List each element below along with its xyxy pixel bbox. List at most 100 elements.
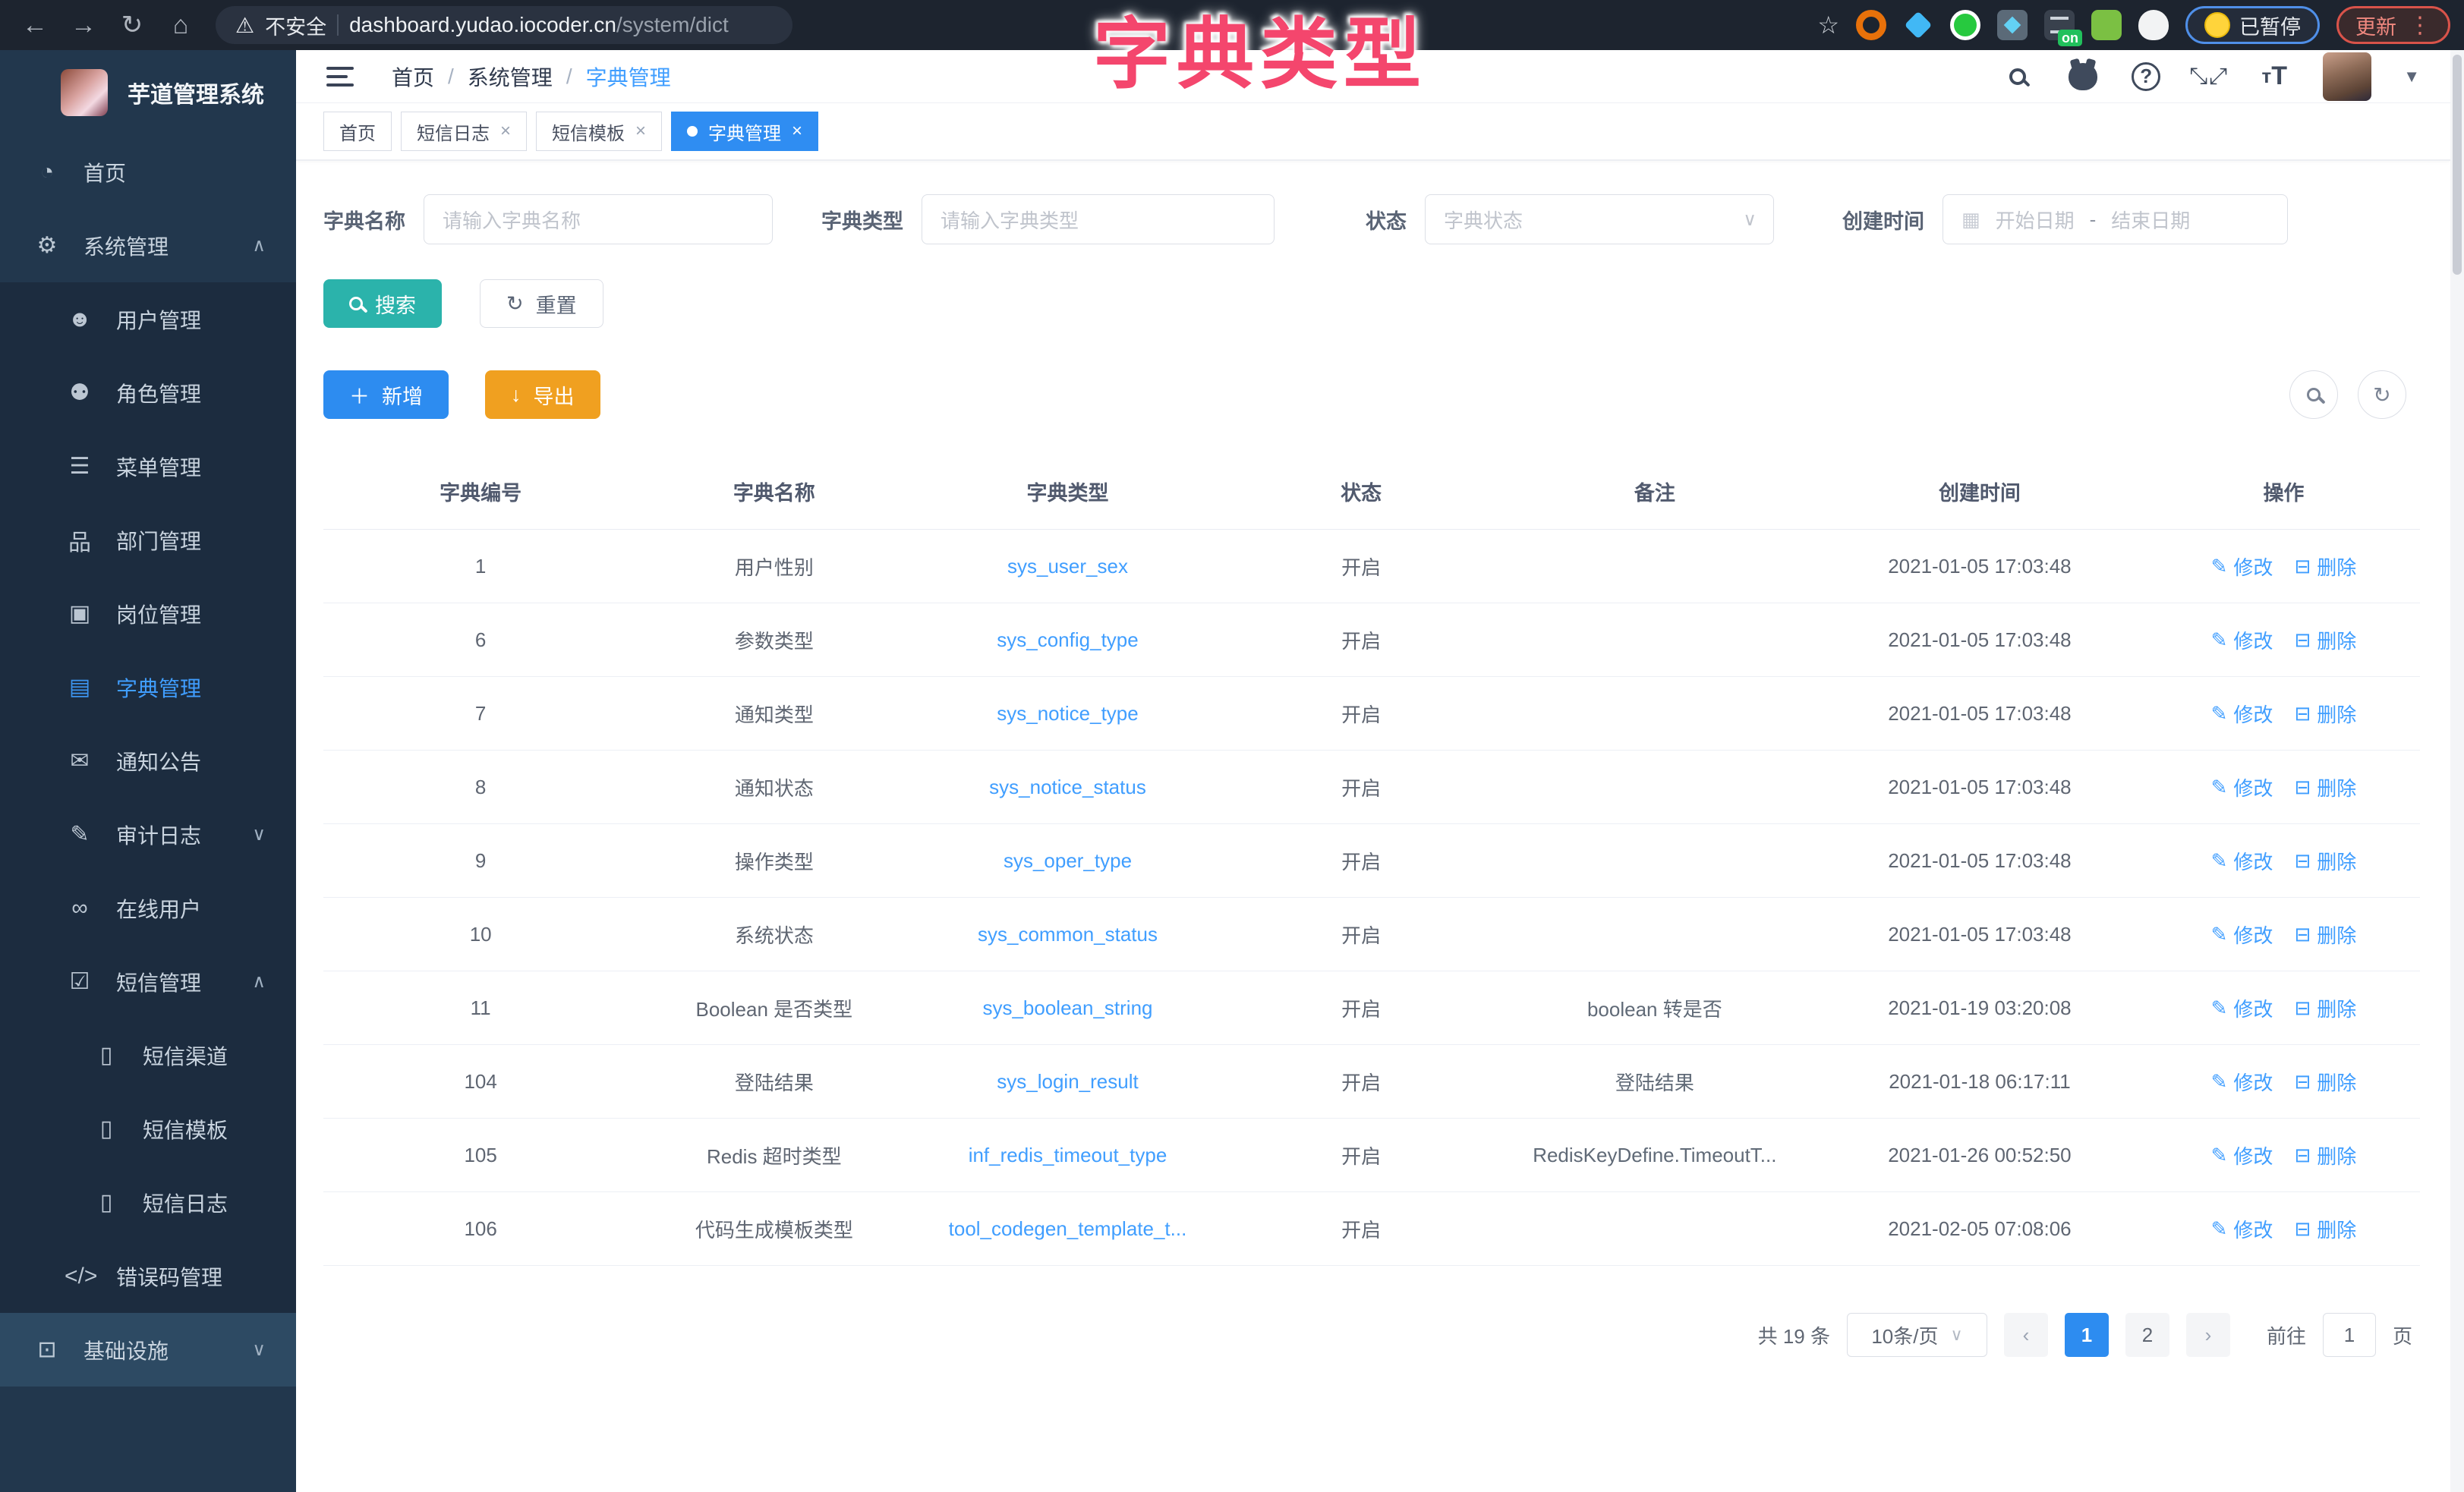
edit-link[interactable]: ✎修改 [2211,1068,2273,1096]
dict-type-link[interactable]: sys_common_status [978,923,1158,946]
chevron-down-icon[interactable]: ▼ [2403,67,2420,87]
forward-button[interactable]: → [62,5,105,45]
date-end-input[interactable]: 结束日期 [2111,206,2190,234]
refresh-table-button[interactable]: ↻ [2358,370,2406,419]
reset-button[interactable]: ↻重置 [480,279,603,328]
extension-orange-ring-icon[interactable] [1856,10,1886,40]
search-button[interactable]: 搜索 [323,279,442,328]
delete-link[interactable]: ⊟删除 [2294,552,2356,581]
help-icon[interactable]: ? [2132,62,2160,91]
user-avatar[interactable] [2323,52,2371,101]
extension-tiles-icon[interactable] [1997,10,2028,40]
page-size-select[interactable]: 10条/页 ∨ [1847,1313,1987,1357]
sidebar-item-菜单管理[interactable]: ☰菜单管理 [0,430,296,503]
extension-green-square-icon[interactable] [2091,10,2122,40]
delete-link[interactable]: ⊟删除 [2294,1068,2356,1096]
delete-link[interactable]: ⊟删除 [2294,626,2356,654]
delete-link[interactable]: ⊟删除 [2294,1141,2356,1169]
delete-link[interactable]: ⊟删除 [2294,921,2356,949]
page-scrollbar[interactable] [2450,50,2464,1492]
sidebar-item-基础设施[interactable]: ⊡基础设施∨ [0,1313,296,1387]
sidebar-item-错误码管理[interactable]: </>错误码管理 [0,1239,296,1313]
reload-button[interactable]: ↻ [111,5,153,45]
breadcrumb-home[interactable]: 首页 [392,61,434,92]
sidebar-item-首页[interactable]: ◔首页 [0,135,296,209]
sidebar-item-短信模板[interactable]: ▯短信模板 [0,1092,296,1166]
dict-type-link[interactable]: sys_notice_status [989,776,1146,798]
delete-link[interactable]: ⊟删除 [2294,700,2356,728]
delete-link[interactable]: ⊟删除 [2294,994,2356,1022]
dict-type-link[interactable]: sys_boolean_string [982,996,1152,1019]
scrollbar-thumb[interactable] [2453,55,2462,275]
collapse-sidebar-button[interactable] [326,67,354,87]
address-bar[interactable]: ⚠ 不安全 dashboard.yudao.iocoder.cn/system/… [216,6,792,44]
edit-link[interactable]: ✎修改 [2211,552,2273,581]
sidebar-item-通知公告[interactable]: ✉通知公告 [0,724,296,798]
edit-link[interactable]: ✎修改 [2211,1215,2273,1243]
tab-短信日志[interactable]: 短信日志× [401,112,527,151]
paused-extension-chip[interactable]: 已暂停 [2185,6,2320,44]
goto-page-input[interactable]: 1 [2323,1313,2376,1357]
next-page-button[interactable]: › [2186,1313,2230,1357]
dict-type-link[interactable]: inf_redis_timeout_type [969,1144,1167,1166]
dict-type-link[interactable]: tool_codegen_template_t... [949,1217,1187,1240]
date-start-input[interactable]: 开始日期 [1996,206,2075,234]
sidebar-item-系统管理[interactable]: ⚙系统管理∧ [0,209,296,282]
close-tab-icon[interactable]: × [792,121,802,142]
search-icon[interactable] [2001,60,2034,93]
edit-link[interactable]: ✎修改 [2211,700,2273,728]
sidebar-item-短信管理[interactable]: ☑短信管理∧ [0,945,296,1018]
edit-link[interactable]: ✎修改 [2211,1141,2273,1169]
app-logo-row[interactable]: 芋道管理系统 [0,50,296,135]
sidebar-item-字典管理[interactable]: ▤字典管理 [0,650,296,724]
sidebar-item-在线用户[interactable]: ∞在线用户 [0,871,296,945]
tab-字典管理[interactable]: 字典管理× [671,112,818,151]
add-button[interactable]: ＋新增 [323,370,449,419]
bookmark-star-icon[interactable]: ☆ [1817,11,1839,39]
close-tab-icon[interactable]: × [635,121,646,142]
delete-link[interactable]: ⊟删除 [2294,1215,2356,1243]
edit-link[interactable]: ✎修改 [2211,921,2273,949]
prev-page-button[interactable]: ‹ [2004,1313,2048,1357]
delete-link[interactable]: ⊟删除 [2294,773,2356,801]
sidebar-item-部门管理[interactable]: 品部门管理 [0,503,296,577]
update-browser-button[interactable]: 更新 ⋮ [2336,6,2450,44]
delete-link[interactable]: ⊟删除 [2294,847,2356,875]
dict-type-link[interactable]: sys_login_result [997,1070,1138,1093]
extension-white-blob-icon[interactable] [2138,10,2169,40]
dict-type-link[interactable]: sys_user_sex [1007,555,1128,578]
export-button[interactable]: ↓导出 [485,370,600,419]
dict-type-link[interactable]: sys_oper_type [1004,849,1132,872]
edit-link[interactable]: ✎修改 [2211,847,2273,875]
date-range-picker[interactable]: ▦ 开始日期 - 结束日期 [1943,194,2288,244]
dict-type-link[interactable]: sys_notice_type [997,702,1138,725]
extension-on-badge-icon[interactable]: on [2044,10,2075,40]
extension-blue-gem-icon[interactable] [1903,10,1933,40]
fullscreen-icon[interactable]: ⤡⤢ [2192,60,2226,93]
dict-type-input[interactable]: 请输入字典类型 [922,194,1275,244]
extension-green-circle-icon[interactable] [1950,10,1980,40]
edit-link[interactable]: ✎修改 [2211,994,2273,1022]
sidebar-item-审计日志[interactable]: ✎审计日志∨ [0,798,296,871]
sidebar-item-角色管理[interactable]: ⚉角色管理 [0,356,296,430]
dict-name-input[interactable]: 请输入字典名称 [424,194,773,244]
show-search-button[interactable] [2289,370,2338,419]
home-button[interactable]: ⌂ [159,5,202,45]
tab-短信模板[interactable]: 短信模板× [536,112,662,151]
dict-type-link[interactable]: sys_config_type [997,628,1138,651]
back-button[interactable]: ← [14,5,56,45]
breadcrumb-system[interactable]: 系统管理 [468,61,553,92]
status-select[interactable]: 字典状态 ∨ [1425,194,1774,244]
edit-link[interactable]: ✎修改 [2211,626,2273,654]
sidebar-item-用户管理[interactable]: ☻用户管理 [0,282,296,356]
font-size-icon[interactable]: тT [2258,60,2291,93]
close-tab-icon[interactable]: × [500,121,511,142]
page-button-1[interactable]: 1 [2065,1313,2109,1357]
github-icon[interactable] [2066,60,2100,93]
page-button-2[interactable]: 2 [2125,1313,2169,1357]
sidebar-item-岗位管理[interactable]: ▣岗位管理 [0,577,296,650]
edit-link[interactable]: ✎修改 [2211,773,2273,801]
sidebar-item-短信渠道[interactable]: ▯短信渠道 [0,1018,296,1092]
browser-menu-icon[interactable]: ⋮ [2409,12,2431,39]
sidebar-item-短信日志[interactable]: ▯短信日志 [0,1166,296,1239]
